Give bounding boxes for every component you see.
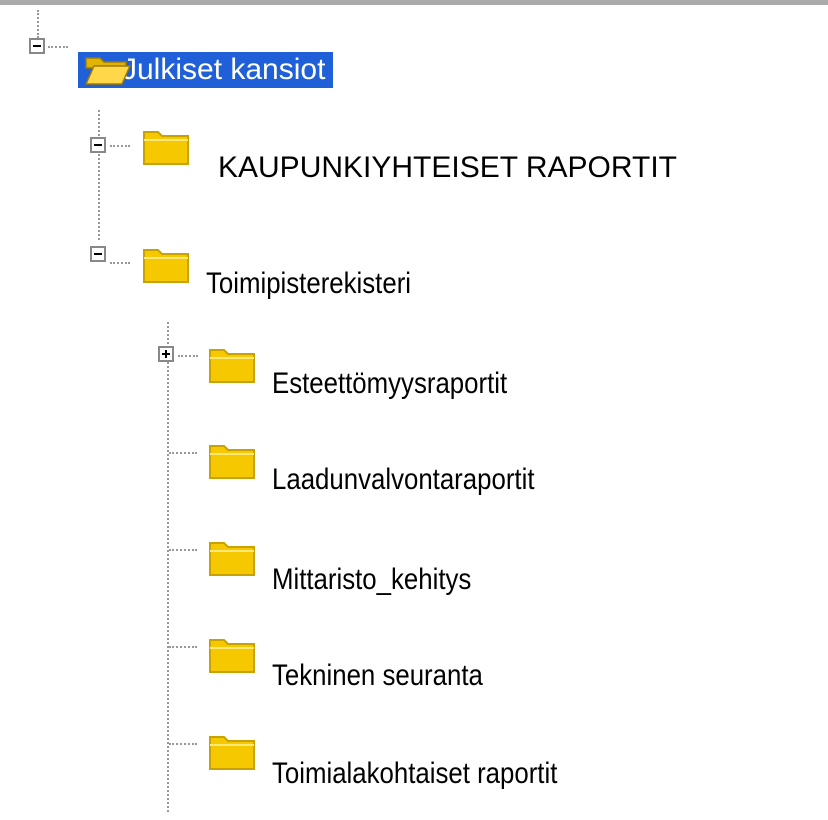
tree-line (169, 743, 197, 745)
tree-line (110, 262, 130, 264)
folder-icon (143, 249, 189, 283)
tree-line (167, 322, 169, 812)
folder-icon (209, 542, 255, 576)
top-border (0, 0, 828, 5)
tree-node-label[interactable]: Esteettömyysraportit (272, 366, 507, 402)
tree-line (98, 110, 100, 240)
folder-open-icon (84, 57, 132, 85)
tree-line (37, 10, 39, 38)
tree-line (178, 355, 198, 357)
tree-node-label[interactable]: KAUPUNKIYHTEISET RAPORTIT (218, 150, 677, 186)
folder-icon (209, 639, 255, 673)
expand-toggle[interactable] (158, 346, 174, 362)
tree-node-label[interactable]: Tekninen seuranta (272, 658, 483, 694)
tree-line (169, 549, 197, 551)
folder-icon (209, 349, 255, 383)
collapse-toggle[interactable] (90, 137, 106, 153)
tree-node-label[interactable]: Toimipisterekisteri (206, 266, 411, 302)
folder-icon (209, 445, 255, 479)
tree-node-label[interactable]: Laadunvalvontaraportit (272, 462, 534, 498)
tree-line (48, 46, 68, 48)
tree-line (169, 646, 197, 648)
tree-line (110, 145, 130, 147)
folder-icon (143, 131, 189, 165)
tree-node-label[interactable]: Mittaristo_kehitys (272, 562, 471, 598)
collapse-toggle[interactable] (29, 38, 45, 54)
tree-node-label[interactable]: Toimialakohtaiset raportit (272, 756, 557, 792)
collapse-toggle[interactable] (90, 246, 106, 262)
folder-icon (209, 736, 255, 770)
tree-line (169, 452, 197, 454)
